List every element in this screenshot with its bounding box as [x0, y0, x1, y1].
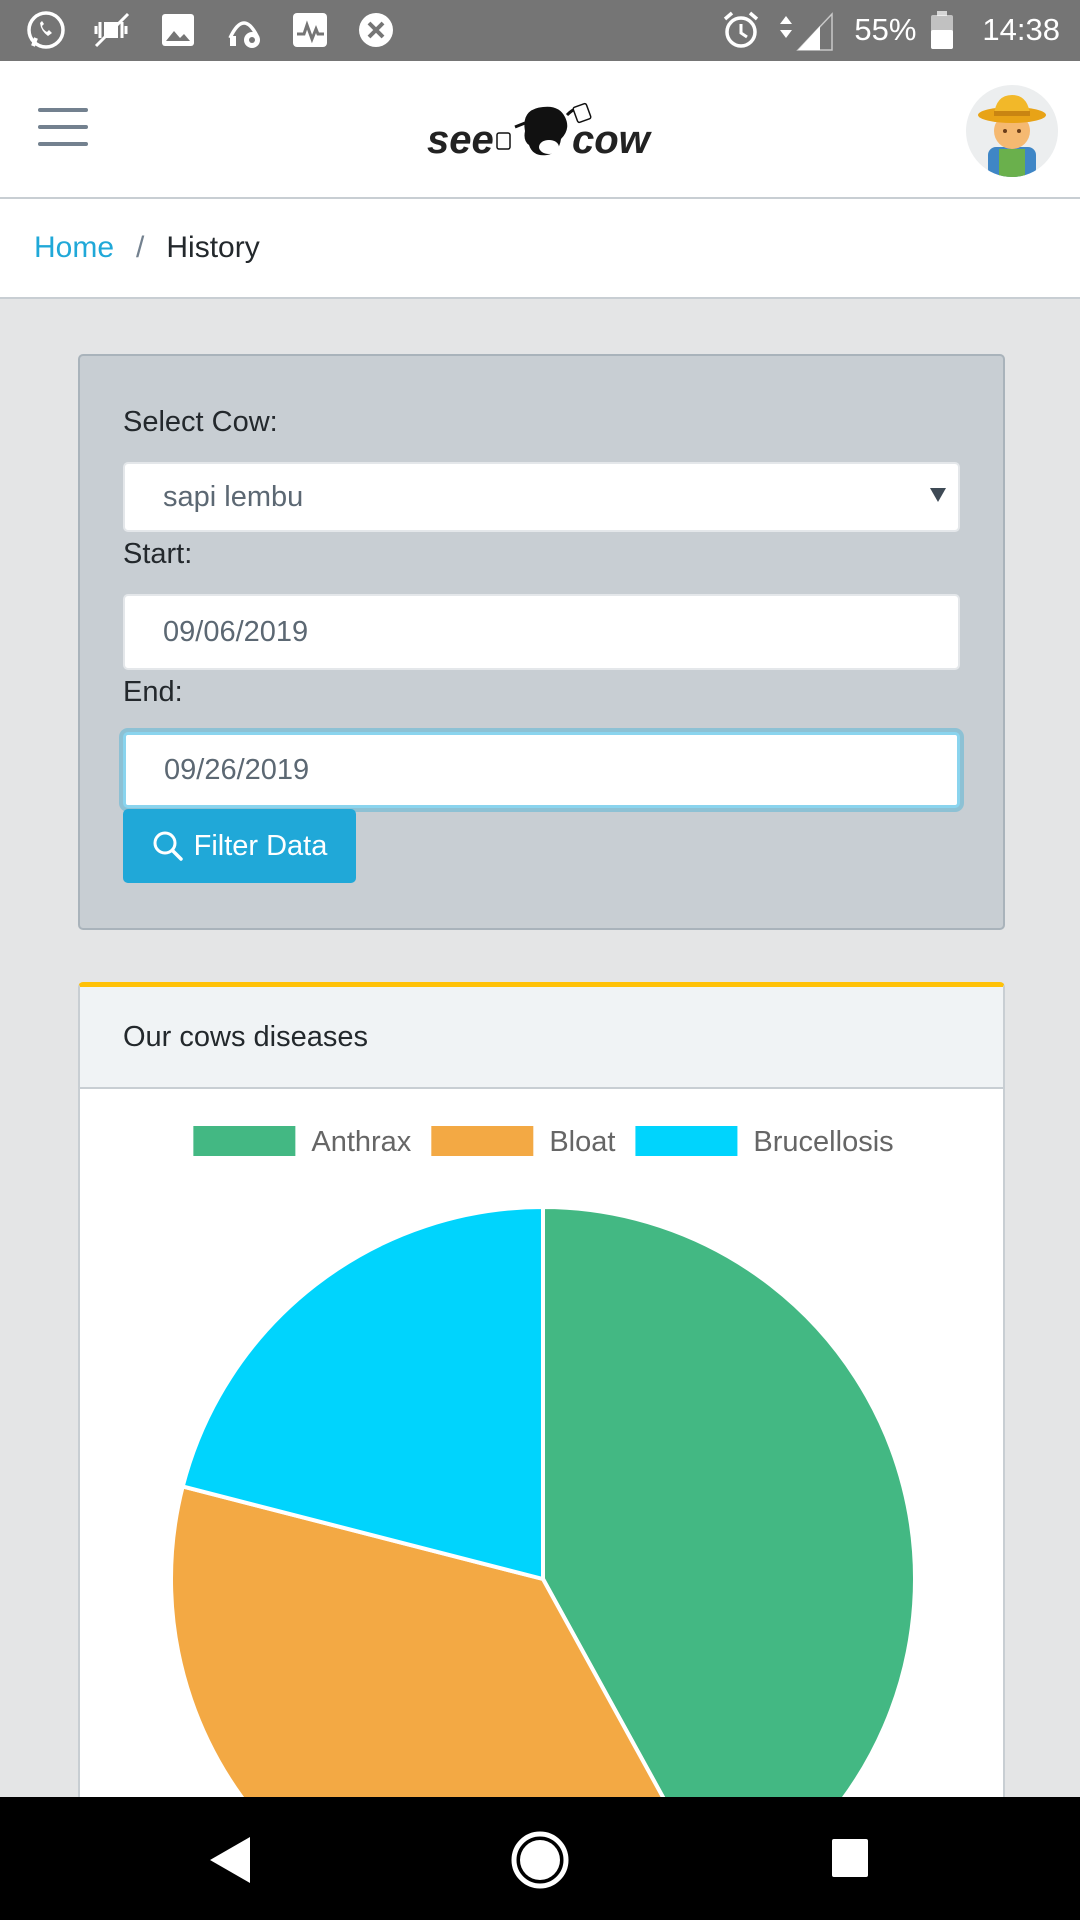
filter-data-button[interactable]: Filter Data — [123, 809, 356, 883]
end-date-value: 09/26/2019 — [164, 753, 310, 786]
battery-percent: 55% — [854, 12, 917, 47]
status-bar: 55% 14:38 — [0, 0, 1080, 61]
breadcrumb-separator: / — [136, 231, 145, 264]
legend-label-bloat[interactable]: Bloat — [549, 1126, 615, 1158]
settings-icon — [228, 21, 260, 48]
mute-icon — [94, 12, 130, 48]
whatsapp-icon — [27, 11, 65, 49]
image-icon — [162, 14, 194, 46]
legend-label-brucellosis[interactable]: Brucellosis — [753, 1126, 893, 1158]
diseases-pie-chart: Anthrax Bloat Brucellosis — [169, 1126, 917, 1820]
activity-icon — [293, 13, 327, 47]
filter-data-label: Filter Data — [193, 829, 328, 862]
battery-icon — [931, 11, 954, 49]
filter-card: Select Cow: sapi lembu Start: 09/06/2019… — [78, 354, 1005, 930]
avatar[interactable] — [966, 85, 1058, 177]
app-header: see cow — [0, 61, 1080, 199]
logo-text-left: see — [427, 118, 494, 162]
start-label: Start: — [123, 538, 193, 570]
pie-slices — [169, 1204, 917, 1820]
end-label: End: — [123, 676, 183, 708]
search-icon — [153, 831, 183, 861]
diseases-chart-card: Our cows diseases Anthrax Bloat Brucellosi… — [78, 982, 1005, 1822]
start-date-input[interactable]: 09/06/2019 — [123, 594, 960, 670]
legend-swatch-brucellosis[interactable] — [635, 1126, 738, 1156]
dropdown-arrow-icon — [930, 488, 946, 502]
end-date-input[interactable]: 09/26/2019 — [123, 732, 960, 808]
farmer-avatar-icon — [978, 95, 1046, 177]
signal-icon — [780, 12, 834, 51]
breadcrumb-current: History — [166, 231, 260, 264]
home-icon[interactable] — [508, 1828, 572, 1892]
back-icon[interactable] — [206, 1835, 254, 1885]
hamburger-icon[interactable] — [38, 108, 88, 148]
close-circle-icon — [359, 13, 393, 47]
start-date-value: 09/06/2019 — [163, 615, 309, 648]
legend-swatch-bloat[interactable] — [431, 1126, 534, 1156]
chart-legend: Anthrax Bloat Brucellosis — [193, 1126, 894, 1158]
system-nav-bar — [0, 1797, 1080, 1920]
legend-swatch-anthrax[interactable] — [193, 1126, 296, 1156]
breadcrumb: Home / History — [0, 199, 1080, 299]
recents-icon[interactable] — [830, 1837, 870, 1879]
breadcrumb-home-link[interactable]: Home — [34, 231, 114, 265]
cow-select[interactable]: sapi lembu — [123, 462, 960, 532]
clock: 14:38 — [982, 12, 1060, 47]
alarm-icon — [724, 11, 759, 48]
seecow-logo[interactable]: see cow — [425, 91, 660, 171]
cow-select-value: sapi lembu — [163, 480, 304, 513]
logo-text-right: cow — [572, 118, 653, 162]
select-cow-label: Select Cow: — [123, 406, 278, 438]
legend-label-anthrax[interactable]: Anthrax — [311, 1126, 411, 1158]
chart-card-title: Our cows diseases — [80, 987, 1003, 1089]
